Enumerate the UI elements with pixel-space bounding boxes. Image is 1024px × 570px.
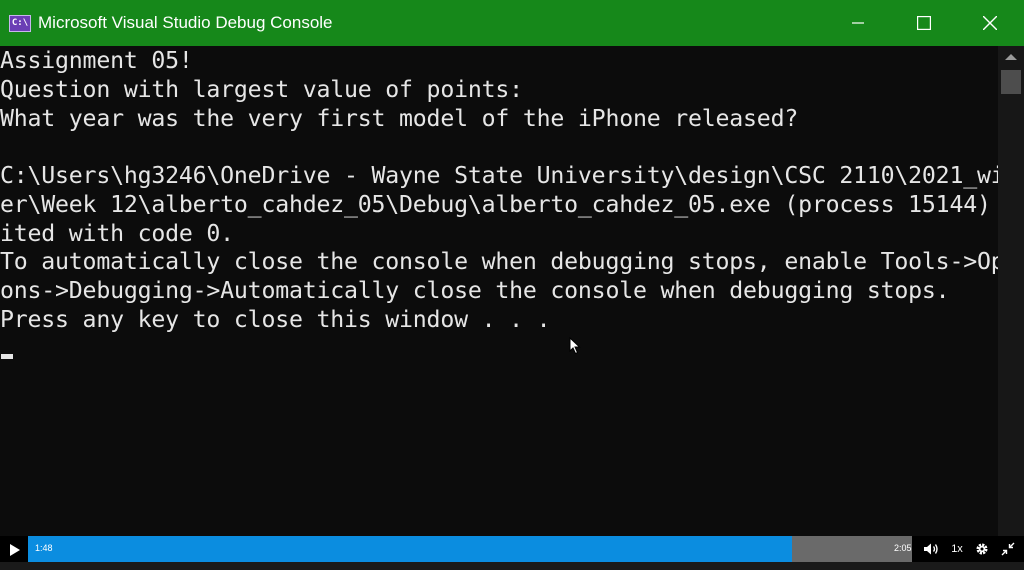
total-time: 2:05 (894, 543, 912, 553)
gear-icon (976, 543, 988, 555)
minimize-icon (852, 22, 864, 24)
close-button[interactable] (956, 0, 1024, 46)
console-line: ited with code 0. (0, 220, 234, 247)
mouse-pointer-icon (569, 337, 581, 355)
console-line: er\Week 12\alberto_cahdez_05\Debug\alber… (0, 191, 998, 218)
console-line: C:\Users\hg3246\OneDrive - Wayne State U… (0, 162, 998, 189)
exit-fullscreen-icon (1001, 542, 1015, 556)
title-bar[interactable]: C:\ Microsoft Visual Studio Debug Consol… (0, 0, 1024, 46)
console-line: What year was the very first model of th… (0, 105, 799, 132)
current-time: 1:48 (35, 543, 53, 553)
play-button[interactable] (4, 539, 26, 561)
progress-bar-fill (28, 536, 792, 562)
playback-speed-button[interactable]: 1x (948, 540, 966, 558)
close-icon (983, 16, 997, 30)
console-output[interactable]: Assignment 05! Question with largest val… (0, 46, 998, 536)
console-line: Question with largest value of points: (0, 76, 523, 103)
exit-fullscreen-button[interactable] (999, 540, 1017, 558)
scrollbar-thumb[interactable] (1001, 70, 1021, 94)
play-icon (10, 544, 20, 556)
maximize-icon (917, 16, 931, 30)
vertical-scrollbar[interactable] (998, 46, 1024, 536)
console-line: To automatically close the console when … (0, 248, 998, 275)
minimize-button[interactable] (824, 0, 892, 46)
console-line: Press any key to close this window . . . (0, 306, 551, 333)
video-player-controls: 1:48 2:05 1x (0, 536, 1024, 562)
console-line: ons->Debugging->Automatically close the … (0, 277, 950, 304)
volume-button[interactable] (921, 540, 941, 558)
bottom-border (0, 562, 1024, 570)
window-title: Microsoft Visual Studio Debug Console (38, 13, 333, 32)
text-cursor (1, 354, 13, 359)
maximize-button[interactable] (890, 0, 958, 46)
progress-bar[interactable]: 1:48 (28, 536, 912, 562)
settings-button[interactable] (973, 540, 991, 558)
console-line: Assignment 05! (0, 47, 193, 74)
debug-console-window: C:\ Microsoft Visual Studio Debug Consol… (0, 0, 1024, 536)
scroll-up-arrow-icon[interactable] (1004, 52, 1018, 62)
console-app-icon: C:\ (9, 15, 31, 32)
volume-icon (924, 543, 938, 555)
